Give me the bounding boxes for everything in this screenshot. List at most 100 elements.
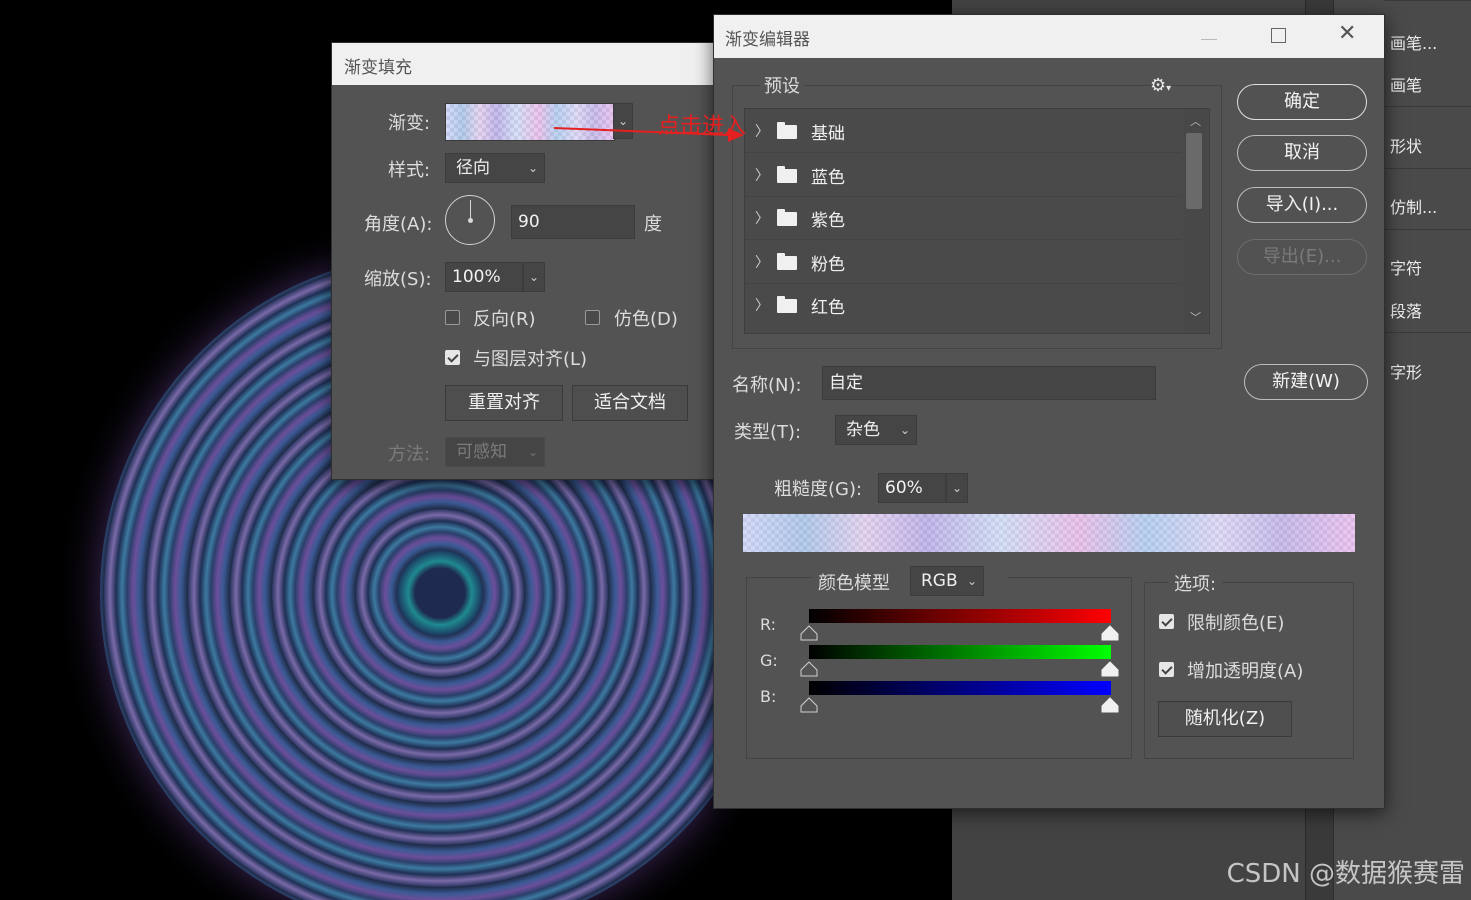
scroll-up-icon[interactable]: ︿: [1190, 113, 1201, 129]
restrict-colors-checkbox[interactable]: [1159, 614, 1174, 629]
chevron-down-icon: ⌄: [527, 445, 538, 459]
preset-folder-row[interactable]: 〉 红色: [745, 283, 1181, 326]
folder-icon: [777, 166, 797, 183]
reverse-label: 反向(R): [473, 309, 536, 330]
style-select[interactable]: 径向 ⌄: [445, 153, 545, 183]
fit-document-button[interactable]: 适合文档: [572, 385, 688, 421]
roughness-label: 粗糙度(G):: [774, 479, 863, 500]
side-item-character[interactable]: 字符: [1390, 255, 1422, 279]
side-item-clone[interactable]: 仿制...: [1390, 194, 1437, 218]
color-model-select[interactable]: RGB ⌄: [910, 566, 984, 596]
randomize-button[interactable]: 随机化(Z): [1158, 701, 1292, 737]
folder-icon: [777, 296, 797, 313]
presets-label: 预设: [760, 72, 804, 98]
folder-icon: [777, 122, 797, 139]
preset-folder-label: 红色: [811, 298, 845, 318]
preset-folder-row[interactable]: 〉 基础: [745, 109, 1181, 153]
preset-folder-label: 紫色: [811, 211, 845, 231]
dither-checkbox[interactable]: [585, 310, 600, 325]
gear-icon[interactable]: ⚙▾: [1150, 75, 1171, 96]
align-layer-checkbox[interactable]: [445, 350, 460, 365]
gradient-editor-dialog: 渐变编辑器 ✕ 预设 ⚙▾ 〉 基础 〉 蓝色 〉 紫色 〉 粉色 〉 红色 ︿…: [713, 14, 1385, 809]
red-channel-slider[interactable]: [809, 609, 1111, 623]
side-item-glyphs[interactable]: 字形: [1390, 359, 1422, 383]
chevron-down-icon: ⌄: [527, 161, 538, 175]
blue-min-stop[interactable]: [800, 697, 818, 713]
red-max-stop[interactable]: [1101, 625, 1119, 641]
align-layer-label: 与图层对齐(L): [473, 349, 588, 370]
green-min-stop[interactable]: [800, 661, 818, 677]
gradient-label: 渐变:: [388, 113, 431, 134]
options-label: 选项:: [1168, 570, 1223, 596]
green-channel-slider[interactable]: [809, 645, 1111, 659]
preset-scrollbar[interactable]: ︿ ﹀: [1183, 109, 1207, 333]
side-item-paragraph[interactable]: 段落: [1390, 298, 1422, 322]
gradient-fill-titlebar[interactable]: 渐变填充: [332, 43, 732, 85]
csdn-watermark: CSDN @数据猴赛雷: [1226, 859, 1465, 889]
red-min-stop[interactable]: [800, 625, 818, 641]
gradient-editor-titlebar[interactable]: 渐变编辑器 ✕: [714, 15, 1384, 58]
chevron-down-icon: ⌄: [951, 481, 962, 495]
chevron-down-icon: ⌄: [528, 270, 539, 284]
chevron-right-icon: 〉: [755, 255, 769, 271]
preset-folder-row[interactable]: 〉 粉色: [745, 240, 1181, 284]
type-label: 类型(T):: [734, 422, 802, 443]
cancel-button[interactable]: 取消: [1237, 135, 1367, 171]
close-icon[interactable]: ✕: [1338, 21, 1356, 46]
new-button[interactable]: 新建(W): [1244, 364, 1368, 400]
preset-folder-row[interactable]: 〉 紫色: [745, 196, 1181, 240]
preset-list: 〉 基础 〉 蓝色 〉 紫色 〉 粉色 〉 红色 ︿ ﹀: [744, 108, 1210, 334]
color-model-label: 颜色模型: [818, 573, 890, 594]
angle-unit: 度: [644, 214, 662, 235]
chevron-right-icon: 〉: [755, 298, 769, 314]
type-value: 杂色: [846, 420, 880, 440]
folder-icon: [777, 209, 797, 226]
channel-b-label: B:: [760, 687, 777, 706]
side-item-brush[interactable]: 画笔: [1390, 72, 1422, 96]
preset-folder-label: 基础: [811, 124, 845, 144]
scale-dropdown[interactable]: ⌄: [523, 262, 545, 292]
reset-align-button[interactable]: 重置对齐: [445, 385, 563, 421]
angle-input[interactable]: 90: [511, 205, 635, 239]
name-input[interactable]: 自定: [822, 366, 1156, 400]
dither-label: 仿色(D): [614, 309, 678, 330]
export-button: 导出(E)...: [1237, 239, 1367, 275]
chevron-right-icon: 〉: [755, 211, 769, 227]
style-value: 径向: [456, 158, 490, 178]
annotation-text: 点击进入: [658, 114, 747, 139]
scroll-down-icon[interactable]: ﹀: [1190, 309, 1201, 325]
channel-r-label: R:: [760, 615, 777, 634]
add-transparency-label: 增加透明度(A): [1187, 661, 1304, 682]
folder-icon: [777, 253, 797, 270]
green-max-stop[interactable]: [1101, 661, 1119, 677]
gradient-fill-title: 渐变填充: [344, 58, 412, 78]
scale-label: 缩放(S):: [364, 269, 432, 290]
roughness-dropdown[interactable]: ⌄: [946, 473, 968, 503]
import-button[interactable]: 导入(I)...: [1237, 187, 1367, 223]
minimize-icon[interactable]: [1201, 25, 1217, 40]
roughness-input[interactable]: 60%: [878, 473, 946, 503]
gradient-preview-bar[interactable]: [743, 514, 1355, 552]
blue-channel-slider[interactable]: [809, 681, 1111, 695]
preset-folder-label: 蓝色: [811, 168, 845, 188]
angle-dial[interactable]: [445, 195, 495, 245]
chevron-right-icon: 〉: [755, 124, 769, 140]
restrict-colors-label: 限制颜色(E): [1187, 613, 1285, 634]
scroll-thumb[interactable]: [1186, 133, 1202, 209]
reverse-checkbox[interactable]: [445, 310, 460, 325]
side-item-shape[interactable]: 形状: [1390, 133, 1422, 157]
type-select[interactable]: 杂色 ⌄: [835, 415, 917, 445]
ok-button[interactable]: 确定: [1237, 84, 1367, 120]
color-model-legend: 颜色模型 RGB ⌄: [812, 565, 1008, 597]
chevron-right-icon: 〉: [755, 168, 769, 184]
color-model-value: RGB: [921, 571, 958, 591]
style-label: 样式:: [388, 160, 431, 181]
chevron-down-icon: ⌄: [966, 574, 977, 588]
add-transparency-checkbox[interactable]: [1159, 662, 1174, 677]
channel-g-label: G:: [760, 651, 778, 670]
preset-folder-row[interactable]: 〉 蓝色: [745, 153, 1181, 197]
side-item-brush-settings[interactable]: 画笔...: [1390, 30, 1437, 54]
maximize-icon[interactable]: [1271, 28, 1286, 43]
blue-max-stop[interactable]: [1101, 697, 1119, 713]
scale-input[interactable]: 100%: [445, 262, 523, 292]
